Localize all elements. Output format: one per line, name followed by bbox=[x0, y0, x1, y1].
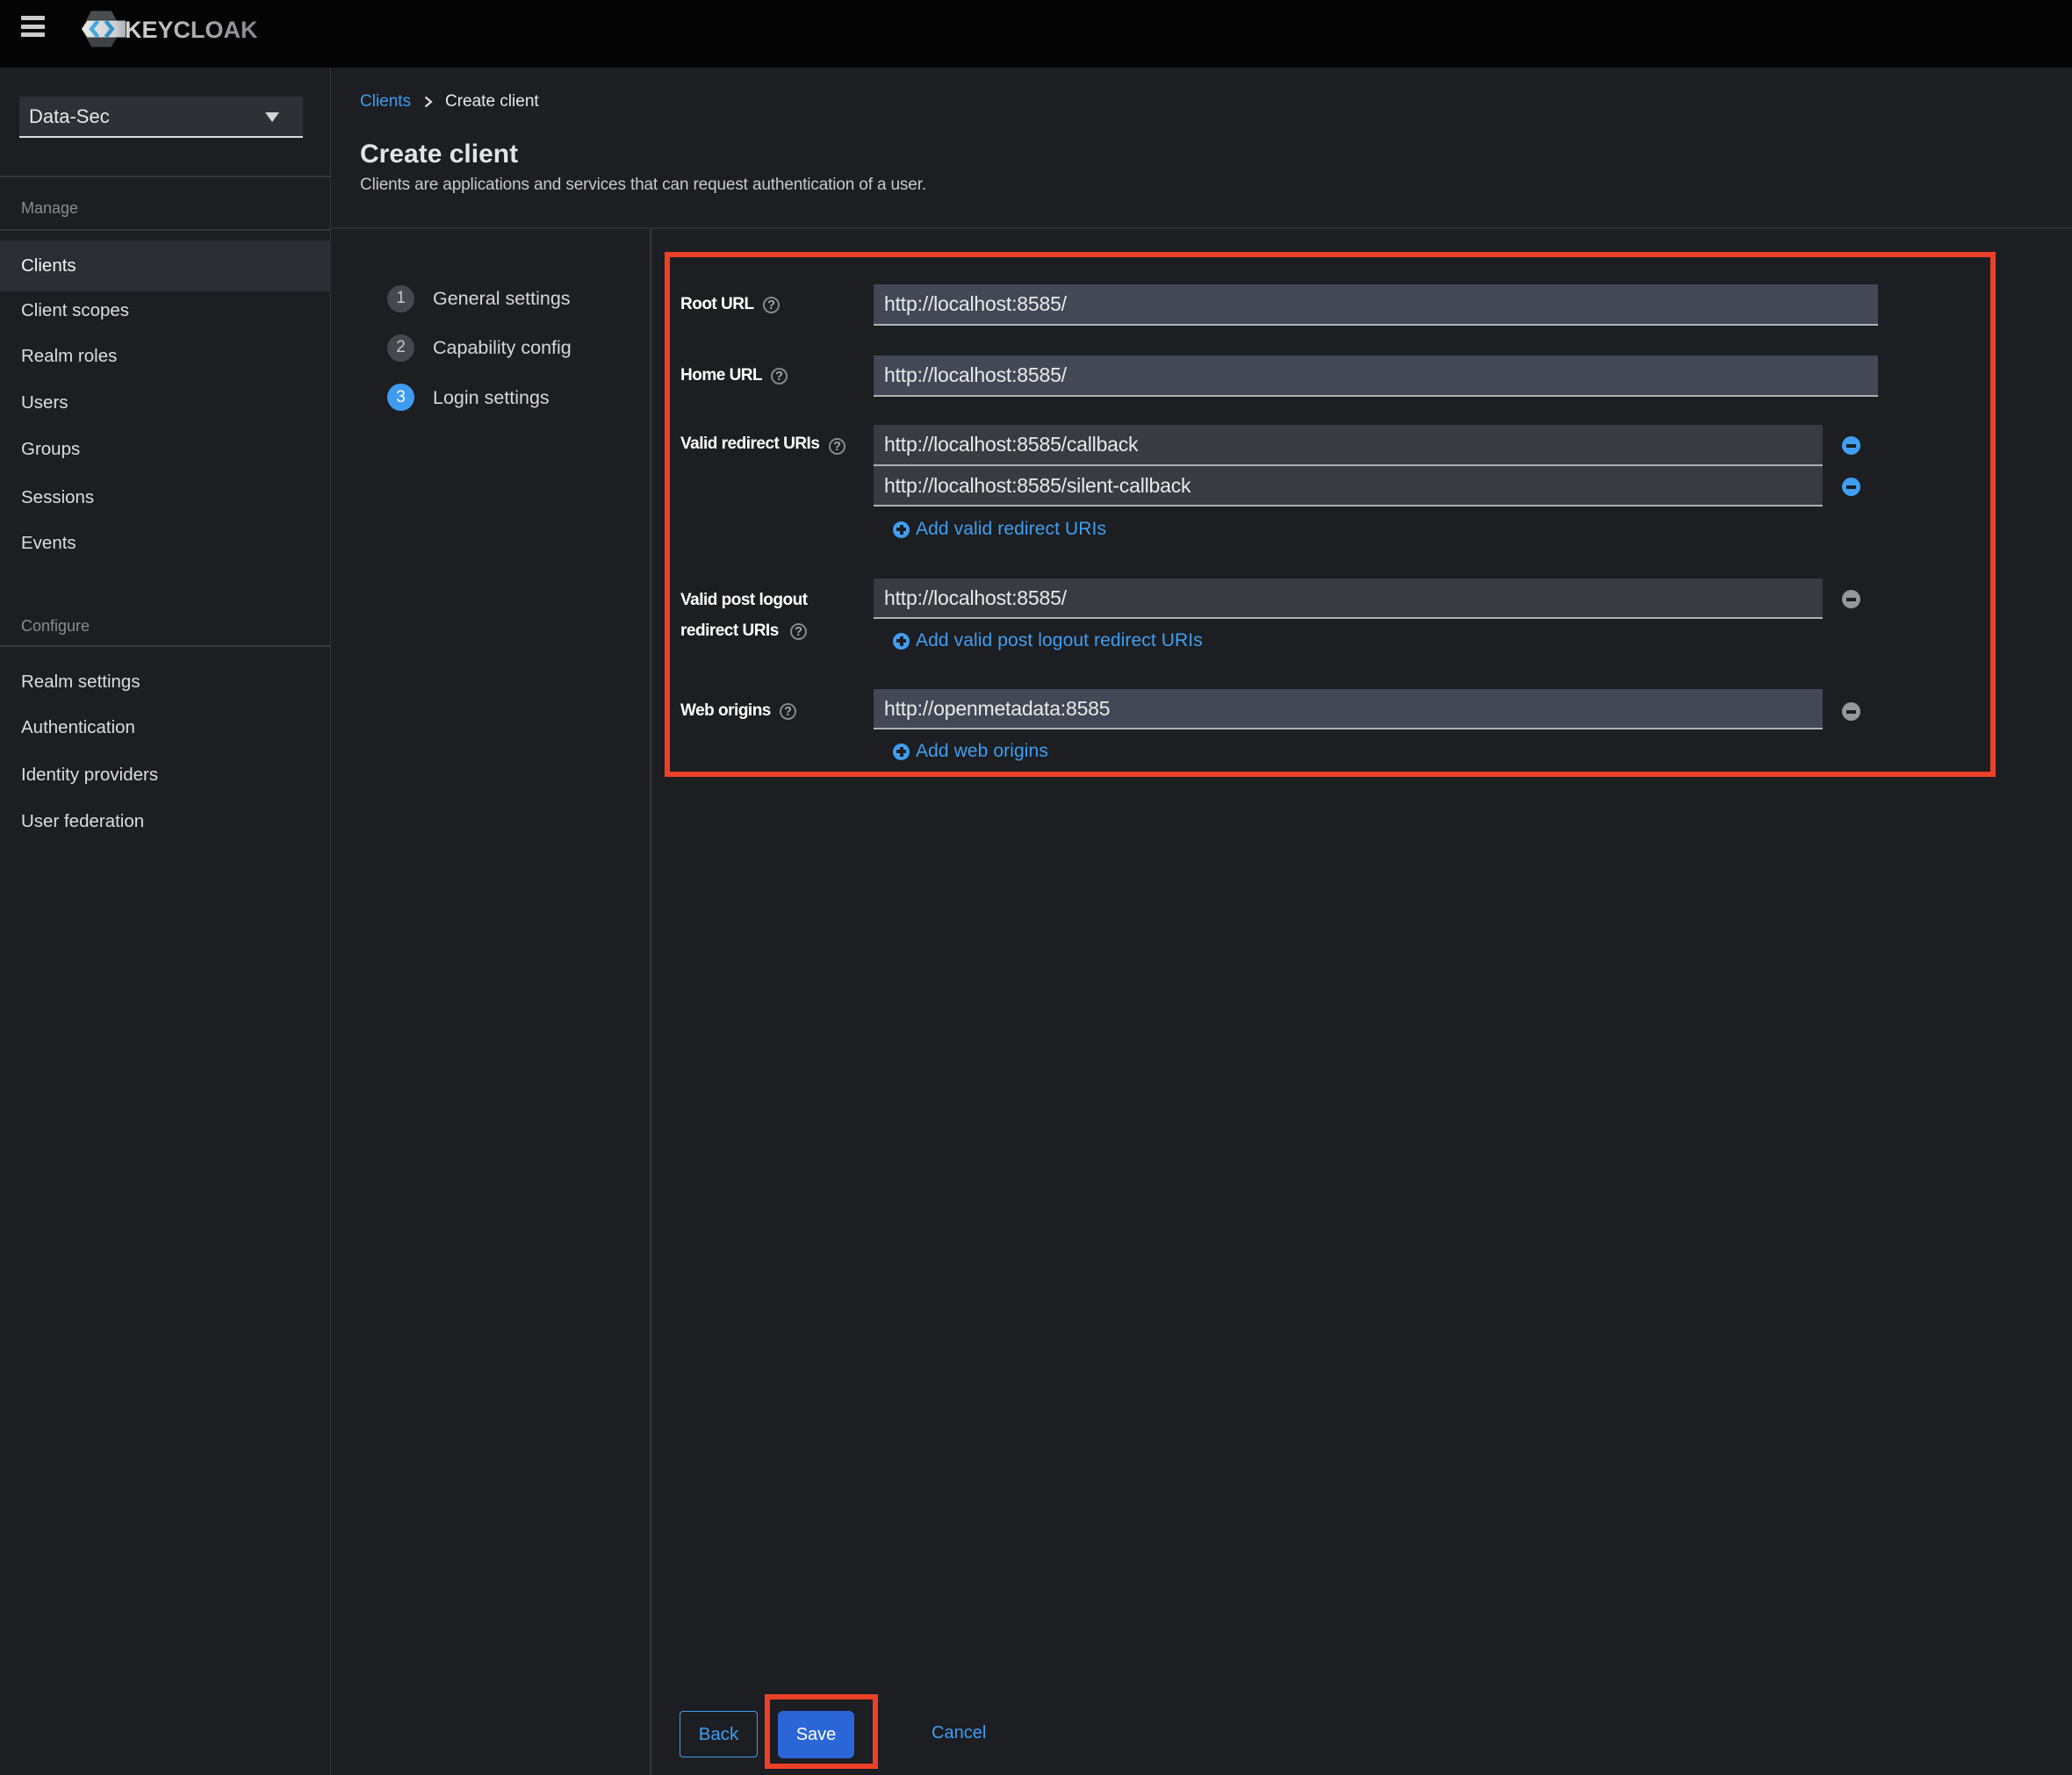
svg-text:KEYCLOAK: KEYCLOAK bbox=[125, 17, 258, 43]
